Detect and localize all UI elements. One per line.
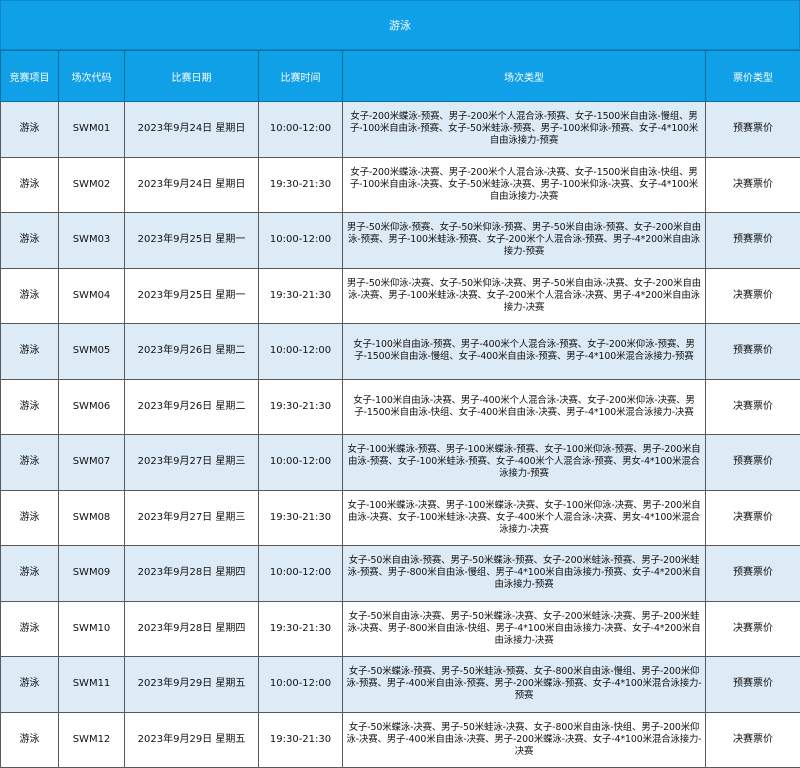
- cell-session-type: 女子-50米自由泳-预赛、男子-50米蝶泳-预赛、女子-200米蛙泳-预赛、男子…: [342, 545, 706, 602]
- cell-ticket-type: 预赛票价: [705, 434, 800, 491]
- page-title-label: 游泳: [389, 19, 411, 32]
- table-row: 游泳 SWM04 2023年9月25日 星期一 19:30-21:30 男子-5…: [0, 267, 800, 324]
- cell-session-type: 女子-100米蝶泳-决赛、男子-100米蝶泳-决赛、女子-100米仰泳-决赛、男…: [342, 489, 706, 546]
- cell-time: 10:00-12:00: [258, 656, 343, 713]
- header-session-type: 场次类型: [342, 50, 706, 102]
- table-row: 游泳 SWM12 2023年9月29日 星期五 19:30-21:30 女子-5…: [0, 711, 800, 768]
- cell-date: 2023年9月26日 星期二: [124, 323, 259, 380]
- table-row: 游泳 SWM05 2023年9月26日 星期二 10:00-12:00 女子-1…: [0, 323, 800, 380]
- schedule-table: 竞赛项目 场次代码 比赛日期 比赛时间 场次类型 票价类型 游泳 SWM01 2…: [0, 50, 800, 768]
- cell-code: SWM02: [58, 156, 125, 213]
- cell-time: 10:00-12:00: [258, 212, 343, 269]
- table-row: 游泳 SWM06 2023年9月26日 星期二 19:30-21:30 女子-1…: [0, 378, 800, 435]
- cell-time: 19:30-21:30: [258, 600, 343, 657]
- cell-sport: 游泳: [0, 267, 59, 324]
- cell-session-type: 女子-50米蝶泳-预赛、男子-50米蛙泳-预赛、女子-800米自由泳-慢组、男子…: [342, 656, 706, 713]
- cell-sport: 游泳: [0, 101, 59, 158]
- cell-code: SWM04: [58, 267, 125, 324]
- cell-date: 2023年9月25日 星期一: [124, 212, 259, 269]
- cell-session-type: 女子-100米自由泳-决赛、男子-400米个人混合泳-决赛、女子-200米仰泳-…: [342, 378, 706, 435]
- header-date: 比赛日期: [124, 50, 259, 102]
- cell-date: 2023年9月25日 星期一: [124, 267, 259, 324]
- cell-sport: 游泳: [0, 489, 59, 546]
- table-row: 游泳 SWM02 2023年9月24日 星期日 19:30-21:30 女子-2…: [0, 156, 800, 213]
- cell-session-type: 女子-100米自由泳-预赛、男子-400米个人混合泳-预赛、女子-200米仰泳-…: [342, 323, 706, 380]
- cell-ticket-type: 预赛票价: [705, 212, 800, 269]
- cell-code: SWM12: [58, 711, 125, 768]
- cell-date: 2023年9月26日 星期二: [124, 378, 259, 435]
- table-body: 游泳 SWM01 2023年9月24日 星期日 10:00-12:00 女子-2…: [0, 101, 800, 768]
- table-header: 竞赛项目 场次代码 比赛日期 比赛时间 场次类型 票价类型: [0, 50, 800, 102]
- cell-sport: 游泳: [0, 600, 59, 657]
- cell-date: 2023年9月28日 星期四: [124, 545, 259, 602]
- cell-session-type: 女子-50米蝶泳-决赛、男子-50米蛙泳-决赛、女子-800米自由泳-快组、男子…: [342, 711, 706, 768]
- cell-code: SWM07: [58, 434, 125, 491]
- header-sport: 竞赛项目: [0, 50, 59, 102]
- cell-session-type: 女子-200米蝶泳-预赛、男子-200米个人混合泳-预赛、女子-1500米自由泳…: [342, 101, 706, 158]
- cell-ticket-type: 预赛票价: [705, 545, 800, 602]
- cell-date: 2023年9月27日 星期三: [124, 434, 259, 491]
- table-row: 游泳 SWM01 2023年9月24日 星期日 10:00-12:00 女子-2…: [0, 101, 800, 158]
- cell-sport: 游泳: [0, 656, 59, 713]
- page-title: 游泳: [0, 0, 800, 50]
- table-row: 游泳 SWM03 2023年9月25日 星期一 10:00-12:00 男子-5…: [0, 212, 800, 269]
- cell-sport: 游泳: [0, 323, 59, 380]
- table-row: 游泳 SWM08 2023年9月27日 星期三 19:30-21:30 女子-1…: [0, 489, 800, 546]
- cell-date: 2023年9月29日 星期五: [124, 656, 259, 713]
- cell-ticket-type: 决赛票价: [705, 378, 800, 435]
- header-code: 场次代码: [58, 50, 125, 102]
- cell-ticket-type: 预赛票价: [705, 323, 800, 380]
- cell-code: SWM06: [58, 378, 125, 435]
- cell-time: 19:30-21:30: [258, 267, 343, 324]
- cell-session-type: 女子-50米自由泳-决赛、男子-50米蝶泳-决赛、女子-200米蛙泳-决赛、男子…: [342, 600, 706, 657]
- cell-time: 19:30-21:30: [258, 711, 343, 768]
- table-row: 游泳 SWM07 2023年9月27日 星期三 10:00-12:00 女子-1…: [0, 434, 800, 491]
- cell-code: SWM01: [58, 101, 125, 158]
- table-row: 游泳 SWM09 2023年9月28日 星期四 10:00-12:00 女子-5…: [0, 545, 800, 602]
- cell-code: SWM03: [58, 212, 125, 269]
- cell-session-type: 男子-50米仰泳-决赛、女子-50米仰泳-决赛、男子-50米自由泳-决赛、女子-…: [342, 267, 706, 324]
- cell-session-type: 男子-50米仰泳-预赛、女子-50米仰泳-预赛、男子-50米自由泳-预赛、女子-…: [342, 212, 706, 269]
- header-row: 竞赛项目 场次代码 比赛日期 比赛时间 场次类型 票价类型: [0, 50, 800, 102]
- cell-time: 19:30-21:30: [258, 489, 343, 546]
- cell-code: SWM08: [58, 489, 125, 546]
- cell-sport: 游泳: [0, 156, 59, 213]
- cell-session-type: 女子-100米蝶泳-预赛、男子-100米蝶泳-预赛、女子-100米仰泳-预赛、男…: [342, 434, 706, 491]
- cell-time: 10:00-12:00: [258, 545, 343, 602]
- cell-date: 2023年9月24日 星期日: [124, 101, 259, 158]
- cell-ticket-type: 决赛票价: [705, 156, 800, 213]
- cell-date: 2023年9月28日 星期四: [124, 600, 259, 657]
- cell-ticket-type: 决赛票价: [705, 267, 800, 324]
- cell-ticket-type: 预赛票价: [705, 656, 800, 713]
- cell-sport: 游泳: [0, 711, 59, 768]
- cell-time: 19:30-21:30: [258, 156, 343, 213]
- cell-time: 10:00-12:00: [258, 101, 343, 158]
- cell-sport: 游泳: [0, 212, 59, 269]
- cell-time: 10:00-12:00: [258, 323, 343, 380]
- cell-ticket-type: 决赛票价: [705, 489, 800, 546]
- table-row: 游泳 SWM10 2023年9月28日 星期四 19:30-21:30 女子-5…: [0, 600, 800, 657]
- cell-code: SWM11: [58, 656, 125, 713]
- cell-sport: 游泳: [0, 378, 59, 435]
- cell-date: 2023年9月29日 星期五: [124, 711, 259, 768]
- cell-code: SWM10: [58, 600, 125, 657]
- table-row: 游泳 SWM11 2023年9月29日 星期五 10:00-12:00 女子-5…: [0, 656, 800, 713]
- cell-session-type: 女子-200米蝶泳-决赛、男子-200米个人混合泳-决赛、女子-1500米自由泳…: [342, 156, 706, 213]
- cell-code: SWM05: [58, 323, 125, 380]
- header-ticket-type: 票价类型: [705, 50, 800, 102]
- cell-ticket-type: 预赛票价: [705, 101, 800, 158]
- cell-ticket-type: 决赛票价: [705, 711, 800, 768]
- cell-sport: 游泳: [0, 545, 59, 602]
- cell-date: 2023年9月24日 星期日: [124, 156, 259, 213]
- cell-sport: 游泳: [0, 434, 59, 491]
- header-time: 比赛时间: [258, 50, 343, 102]
- cell-ticket-type: 决赛票价: [705, 600, 800, 657]
- cell-time: 19:30-21:30: [258, 378, 343, 435]
- cell-code: SWM09: [58, 545, 125, 602]
- cell-date: 2023年9月27日 星期三: [124, 489, 259, 546]
- cell-time: 10:00-12:00: [258, 434, 343, 491]
